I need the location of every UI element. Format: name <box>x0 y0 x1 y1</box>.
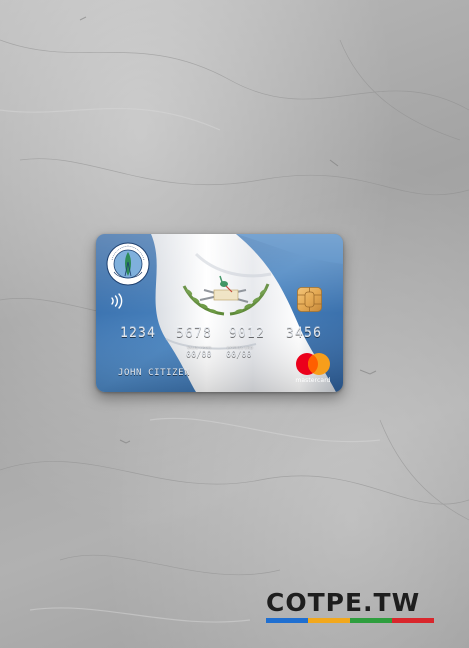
credit-card: 1234 5678 9012 3456 VALID FROM EXPIRES E… <box>96 234 343 392</box>
card-number: 1234 5678 9012 3456 <box>96 326 343 342</box>
card-number-group-1: 1234 <box>120 326 157 341</box>
valid-from-date: 00/00 <box>186 350 212 360</box>
watermark-bar-red <box>392 618 434 623</box>
card-number-group-2: 5678 <box>176 326 213 341</box>
card-number-group-3: 9012 <box>229 326 266 341</box>
watermark-text: COTPE.TW <box>266 588 421 617</box>
cardholder-name: JOHN CITIZEN <box>118 368 191 378</box>
watermark-bar-blue <box>266 618 308 623</box>
watermark-color-bar <box>266 618 434 623</box>
mastercard-logo-icon <box>296 353 330 375</box>
watermark-bar-green <box>350 618 392 623</box>
expires-end-date: 00/00 <box>226 350 252 360</box>
mastercard-wordmark: mastercard <box>295 377 331 384</box>
contactless-icon <box>111 293 123 309</box>
bank-seal-logo <box>106 242 150 286</box>
card-number-group-4: 3456 <box>286 326 323 341</box>
watermark: COTPE.TW <box>266 590 436 623</box>
watermark-bar-yellow <box>308 618 350 623</box>
emv-chip-icon <box>297 287 322 312</box>
